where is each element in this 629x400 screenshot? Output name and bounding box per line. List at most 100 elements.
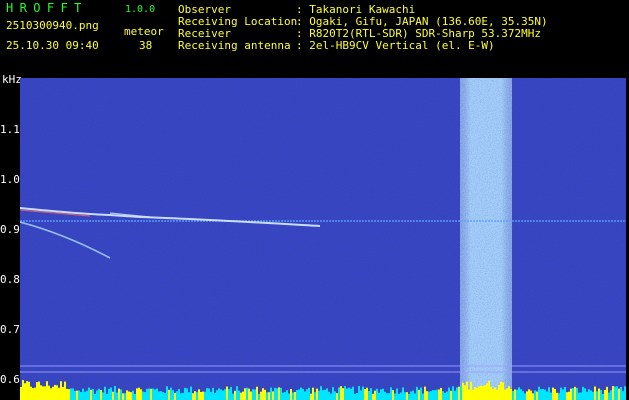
- power-bar: [32, 388, 34, 400]
- power-bar: [218, 388, 220, 400]
- power-bar: [600, 390, 602, 400]
- power-bar: [204, 391, 206, 400]
- power-bar: [158, 391, 160, 400]
- power-bar: [152, 388, 154, 400]
- power-bar: [94, 393, 96, 400]
- power-bar: [284, 392, 286, 400]
- power-bar: [184, 387, 186, 400]
- power-bar: [300, 387, 302, 400]
- power-bar: [266, 392, 268, 400]
- power-bar: [396, 388, 398, 400]
- power-bar: [76, 390, 78, 400]
- power-bar: [498, 384, 500, 400]
- power-bar: [190, 386, 192, 400]
- power-bar: [104, 386, 106, 400]
- meteor-count: 38: [139, 39, 153, 52]
- power-bar: [222, 390, 224, 400]
- power-bar: [438, 389, 440, 400]
- power-bar: [610, 390, 612, 400]
- power-bar: [474, 387, 476, 400]
- power-bar: [226, 386, 228, 400]
- power-bar: [288, 393, 290, 400]
- power-bar: [136, 388, 138, 400]
- header-panel: HROFFT 1.0.0 2510300940.png meteor 25.10…: [0, 0, 629, 92]
- power-bar: [554, 388, 556, 400]
- power-bar: [68, 389, 70, 400]
- power-bar: [446, 391, 448, 400]
- power-bar: [614, 386, 616, 400]
- power-bar: [244, 388, 246, 400]
- power-bar: [332, 387, 334, 400]
- power-bar: [528, 389, 530, 400]
- power-bar: [370, 388, 372, 400]
- power-bar: [586, 391, 588, 400]
- power-bar: [450, 390, 452, 400]
- power-bar: [330, 393, 332, 400]
- power-bar: [620, 386, 622, 400]
- power-bar: [106, 393, 108, 400]
- power-bar: [274, 387, 276, 400]
- power-bar: [516, 389, 518, 400]
- power-bar: [550, 392, 552, 400]
- power-bar: [254, 389, 256, 400]
- power-bar: [264, 389, 266, 400]
- noise-band: [460, 78, 512, 400]
- power-bar: [110, 387, 112, 400]
- power-bar: [560, 387, 562, 400]
- power-bar: [72, 388, 74, 400]
- power-bar: [618, 388, 620, 400]
- power-bar: [420, 387, 422, 400]
- power-bar: [462, 382, 464, 400]
- power-bar: [200, 391, 202, 400]
- power-bar: [36, 382, 38, 400]
- power-bar: [548, 387, 550, 400]
- power-bar: [416, 386, 418, 400]
- power-bar: [100, 390, 102, 400]
- power-bar: [408, 393, 410, 400]
- power-bar: [216, 390, 218, 400]
- power-bar: [52, 386, 54, 400]
- power-bar: [92, 389, 94, 400]
- power-bar: [436, 389, 438, 400]
- power-bar: [428, 391, 430, 400]
- power-bar: [102, 392, 104, 400]
- power-bar: [472, 389, 474, 400]
- power-bar: [64, 381, 66, 400]
- power-bar: [320, 386, 322, 400]
- power-bar: [400, 392, 402, 400]
- power-bar: [388, 393, 390, 400]
- power-bar: [276, 388, 278, 400]
- power-bar: [38, 381, 40, 400]
- power-bar: [192, 393, 194, 400]
- power-bar: [536, 391, 538, 400]
- power-bar: [282, 392, 284, 400]
- power-bar: [28, 381, 30, 400]
- power-bar: [478, 386, 480, 400]
- power-bar: [126, 390, 128, 400]
- power-bar: [482, 386, 484, 400]
- app-version: 1.0.0: [125, 4, 156, 15]
- power-bar: [168, 389, 170, 400]
- power-bar: [346, 388, 348, 400]
- power-bar: [376, 388, 378, 400]
- power-bar: [224, 389, 226, 400]
- power-bar: [22, 380, 24, 400]
- power-bar: [162, 392, 164, 400]
- power-bar: [98, 388, 100, 400]
- power-bar: [84, 391, 86, 400]
- power-bar: [70, 388, 72, 400]
- power-bar: [378, 392, 380, 400]
- power-bar: [60, 381, 62, 400]
- power-bar: [334, 391, 336, 400]
- power-bar: [176, 391, 178, 400]
- power-bar: [132, 390, 134, 400]
- power-bar: [532, 393, 534, 400]
- power-bar: [512, 391, 514, 400]
- power-bar: [24, 383, 26, 400]
- power-bar: [500, 381, 502, 400]
- power-bar: [466, 381, 468, 400]
- power-bar: [262, 388, 264, 400]
- power-bar: [214, 392, 216, 400]
- power-bar: [380, 389, 382, 400]
- power-bar: [280, 387, 282, 400]
